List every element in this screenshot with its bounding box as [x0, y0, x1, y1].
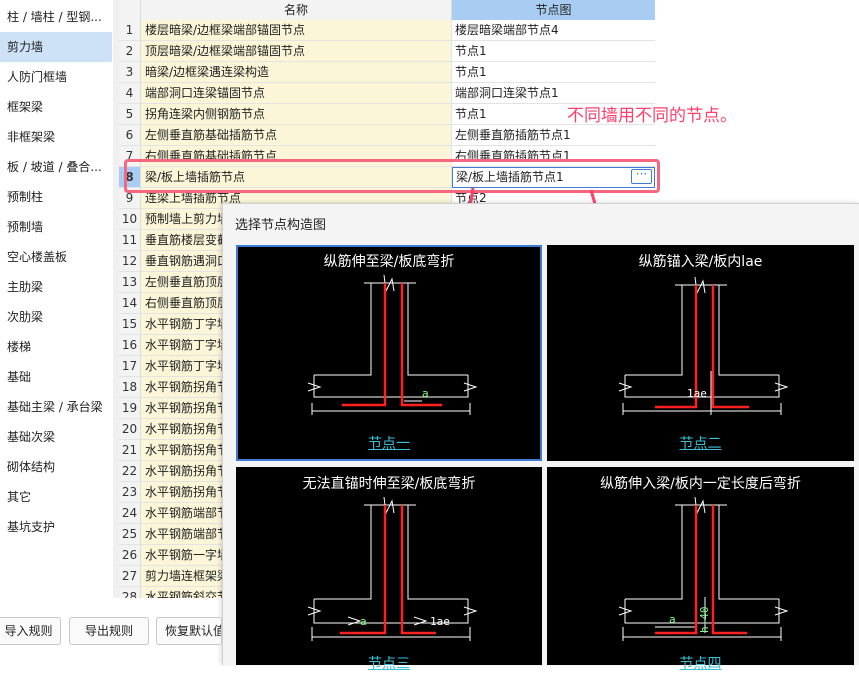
node-tile-1[interactable]: a 纵筋伸至梁/板底弯折 节点一: [236, 245, 542, 461]
node-tile-2[interactable]: 1ae 纵筋锚入梁/板内lae 节点二: [547, 245, 854, 461]
dialog-title: 选择节点构造图: [235, 218, 327, 233]
node-3-diagram: a 1ae: [307, 496, 478, 641]
node-4-label[interactable]: 节点四: [547, 653, 854, 673]
node-tile-4[interactable]: a h-40 纵筋伸入梁/板内一定长度后弯折 节点四: [547, 467, 854, 672]
node-1-caption: 纵筋伸至梁/板底弯折: [323, 254, 455, 270]
node-4-dim2: h-40: [698, 607, 711, 634]
node-tile-3[interactable]: a 1ae 无法直锚时伸至梁/板底弯折 节点三: [236, 467, 542, 672]
node-1-diagram: a: [307, 274, 478, 415]
node-2-dim: 1ae: [687, 387, 707, 400]
node-2-caption: 纵筋锚入梁/板内lae: [638, 254, 763, 270]
node-3-dim2: 1ae: [430, 615, 450, 628]
node-4-diagram: a h-40: [618, 496, 789, 641]
node-1-label[interactable]: 节点一: [236, 433, 542, 453]
node-4-dim: a: [669, 613, 676, 626]
export-rules-button[interactable]: 导出规则: [69, 617, 149, 645]
node-1-dim: a: [422, 387, 429, 400]
node-2-label[interactable]: 节点二: [547, 433, 854, 453]
node-4-caption: 纵筋伸入梁/板内一定长度后弯折: [600, 476, 801, 492]
node-3-label[interactable]: 节点三: [236, 653, 542, 673]
import-rules-button[interactable]: 导入规则: [0, 617, 61, 645]
node-2-diagram: 1ae: [618, 276, 789, 415]
node-3-caption: 无法直锚时伸至梁/板底弯折: [302, 476, 476, 492]
node-picker-dialog: 选择节点构造图 a 纵筋伸至梁/板底弯折 节点一 1ae 纵筋锚入梁/板内lae…: [222, 203, 859, 672]
node-3-dim: a: [360, 615, 367, 628]
restore-defaults-button[interactable]: 恢复默认值: [156, 617, 222, 645]
